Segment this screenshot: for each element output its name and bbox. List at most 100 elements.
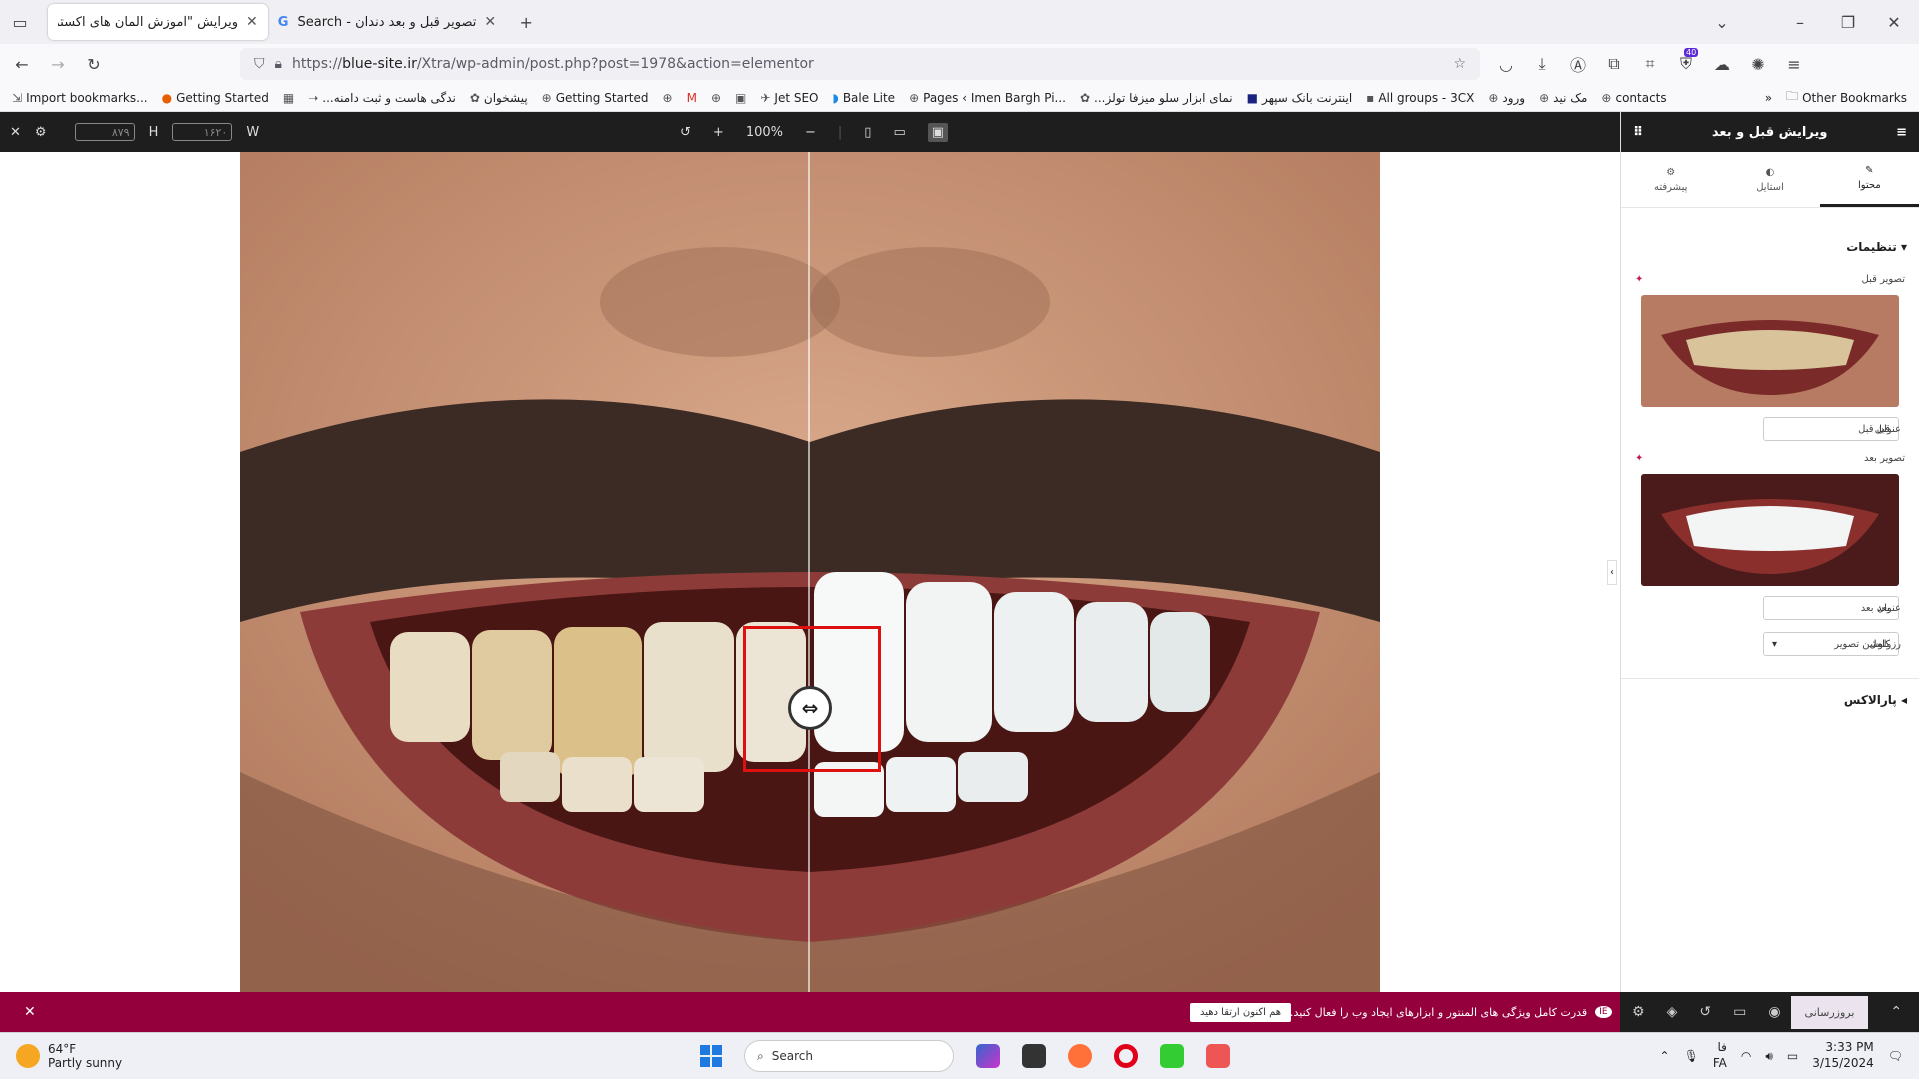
back-icon[interactable]: ← bbox=[12, 55, 32, 74]
after-image-thumbnail[interactable] bbox=[1641, 474, 1899, 586]
bookmark-item[interactable]: ⊕ bbox=[711, 91, 721, 105]
ai-sparkle-icon[interactable]: ✦ bbox=[1635, 274, 1643, 285]
bookmark-item[interactable]: ✿ پیشخوان bbox=[470, 91, 528, 105]
new-tab-icon[interactable]: + bbox=[516, 13, 536, 32]
recorder-icon[interactable] bbox=[1206, 1044, 1230, 1068]
overflow-icon[interactable]: » bbox=[1765, 91, 1772, 105]
update-button[interactable]: بروزرسانی bbox=[1790, 995, 1869, 1029]
grid-icon[interactable]: ⠿ bbox=[1633, 125, 1643, 140]
import-icon: ⇲ bbox=[12, 90, 23, 105]
close-icon[interactable]: ✕ bbox=[24, 1004, 36, 1020]
file-explorer-icon[interactable] bbox=[1022, 1044, 1046, 1068]
bookmark-item[interactable]: ⇲ Import bookmarks... bbox=[12, 91, 148, 105]
bookmark-item[interactable]: ⊕ bbox=[663, 91, 673, 105]
height-input[interactable]: ۸۷۹ bbox=[74, 123, 135, 141]
wp-icon: ✿ bbox=[1079, 90, 1091, 105]
menu-icon[interactable]: ≡ bbox=[1784, 55, 1804, 74]
taskbar-search[interactable]: ⌕ Search bbox=[744, 1040, 954, 1072]
wifi-icon[interactable]: ◠ bbox=[1741, 1049, 1751, 1063]
bookmark-item[interactable]: ⊕ Pages ‹ Imen Bargh Pi... bbox=[909, 91, 1066, 105]
collapse-panel-icon[interactable]: › bbox=[1607, 560, 1617, 585]
bookmark-item[interactable]: ⊕ مک نید bbox=[1539, 91, 1587, 105]
responsive-icon[interactable]: ▭ bbox=[1733, 1004, 1746, 1020]
camtasia-icon[interactable] bbox=[1160, 1044, 1184, 1068]
upgrade-button[interactable]: هم اکنون ارتقا دهید bbox=[1190, 1002, 1292, 1022]
chevron-up-icon[interactable]: ⌃ bbox=[1890, 1004, 1902, 1020]
bookmark-item[interactable]: ⊕ Getting Started bbox=[542, 91, 649, 105]
bookmark-item[interactable]: ▦ bbox=[283, 91, 294, 105]
sun-extension-icon[interactable]: ✺ bbox=[1748, 55, 1768, 74]
section-parallax[interactable]: ◂ پارالاکس bbox=[1621, 678, 1919, 721]
close-icon[interactable]: ✕ bbox=[10, 125, 21, 140]
restore-icon[interactable]: ❐ bbox=[1838, 13, 1858, 32]
weather-widget[interactable]: 64°F Partly sunny bbox=[16, 1042, 122, 1071]
editor-panel: ≡ ویرایش قبل و بعد ⠿ ✎ محتوا ◐ استایل ⚙ پیش… bbox=[1607, 112, 1919, 992]
before-after-image[interactable] bbox=[240, 152, 1380, 992]
notification-icon[interactable]: 🗨︎ bbox=[1888, 1049, 1903, 1063]
bookmark-item[interactable]: ➝ ...ندگی هاست و ثبت دامنه bbox=[308, 91, 456, 105]
before-image-thumbnail[interactable] bbox=[1641, 295, 1899, 407]
reset-icon[interactable]: ↺ bbox=[680, 125, 691, 140]
tablet-icon[interactable]: ▭ bbox=[893, 125, 905, 140]
bookmark-item[interactable]: ■ اینترنت بانک سپهر bbox=[1247, 91, 1353, 105]
settings-icon[interactable]: ⚙ bbox=[1632, 1004, 1645, 1020]
battery-icon[interactable]: ▭ bbox=[1787, 1049, 1798, 1063]
ublock-icon[interactable]: ⛨ 40 bbox=[1676, 48, 1699, 74]
zoom-in-icon[interactable]: + bbox=[713, 125, 724, 140]
tab-list-icon[interactable]: ▭ bbox=[10, 13, 30, 32]
crop-icon[interactable]: ⌗ bbox=[1640, 54, 1660, 74]
bookmark-item[interactable]: M bbox=[687, 91, 697, 105]
compare-divider[interactable] bbox=[808, 152, 810, 992]
forward-icon[interactable]: → bbox=[48, 55, 68, 74]
weather-icon bbox=[16, 1044, 40, 1068]
pocket-icon[interactable]: ◡ bbox=[1496, 55, 1516, 74]
firefox-icon[interactable] bbox=[1068, 1044, 1092, 1068]
browser-tab-active[interactable]: ویرایش "آموزش المان های اکسترا – ب ✕ bbox=[48, 4, 268, 40]
bookmark-item[interactable]: ⊕ ورود bbox=[1488, 91, 1525, 105]
bookmark-item[interactable]: ▪ All groups - 3CX bbox=[1366, 91, 1474, 105]
bookmark-item[interactable]: ✿ ...نمای ابزار سلو میزفا تولز bbox=[1080, 91, 1233, 105]
clock[interactable]: 3:33 PM 3/15/2024 bbox=[1812, 1040, 1874, 1071]
microphone-icon[interactable]: 🎙︎ bbox=[1684, 1049, 1699, 1063]
chevron-up-icon[interactable]: ⌃ bbox=[1660, 1049, 1670, 1063]
download-icon[interactable]: ⤓ bbox=[1532, 54, 1552, 74]
width-input[interactable]: ۱۶۲۰ bbox=[172, 123, 233, 141]
bookmark-item[interactable]: ▣ bbox=[735, 91, 746, 105]
cloud-icon[interactable]: ☁ bbox=[1712, 55, 1732, 74]
tab-advanced[interactable]: ⚙ پیشرفته bbox=[1621, 152, 1720, 207]
tab-content[interactable]: ✎ محتوا bbox=[1819, 152, 1919, 207]
copilot-icon[interactable] bbox=[976, 1044, 1000, 1068]
other-bookmarks[interactable]: 🗀︎ Other Bookmarks bbox=[1786, 87, 1907, 108]
eye-icon[interactable]: ◉ bbox=[1768, 1004, 1780, 1020]
extensions-icon[interactable]: ⧉ bbox=[1604, 54, 1624, 74]
windows-start-icon[interactable] bbox=[700, 1045, 722, 1067]
zoom-out-icon[interactable]: − bbox=[805, 125, 816, 140]
layers-icon[interactable]: ◈ bbox=[1667, 1004, 1678, 1020]
history-icon[interactable]: ↺ bbox=[1699, 1004, 1711, 1020]
opera-icon[interactable] bbox=[1114, 1044, 1138, 1068]
desktop-icon[interactable]: ▣ bbox=[927, 122, 949, 142]
bookmark-item[interactable]: ● Getting Started bbox=[162, 91, 269, 105]
volume-icon[interactable]: 🔊︎ bbox=[1765, 1049, 1773, 1064]
minimize-icon[interactable]: – bbox=[1790, 13, 1810, 32]
bookmark-item[interactable]: ✈ Jet SEO bbox=[760, 91, 818, 105]
browser-tab[interactable]: G تصویر قبل و بعد دندان - Search ✕ bbox=[268, 4, 506, 40]
address-bar[interactable]: ⛉ 🔒︎ https://blue-site.ir/Xtra/wp-admin/… bbox=[240, 48, 1480, 80]
ai-sparkle-icon[interactable]: ✦ bbox=[1635, 453, 1643, 464]
reload-icon[interactable]: ↻ bbox=[84, 55, 104, 74]
language-indicator[interactable]: فا FA bbox=[1713, 1040, 1727, 1071]
close-icon[interactable]: ✕ bbox=[246, 14, 258, 30]
chevron-down-icon[interactable]: ⌄ bbox=[1712, 13, 1732, 32]
section-settings[interactable]: ▾ تنظیمات bbox=[1621, 226, 1919, 268]
mobile-icon[interactable]: ▯ bbox=[864, 125, 871, 140]
close-icon[interactable]: ✕ bbox=[484, 14, 496, 30]
jet-icon: ✈ bbox=[760, 90, 771, 105]
star-icon[interactable]: ☆ bbox=[1453, 56, 1466, 72]
close-window-icon[interactable]: ✕ bbox=[1884, 13, 1904, 32]
bookmark-item[interactable]: ◗ Bale Lite bbox=[833, 91, 896, 105]
gear-icon[interactable]: ⚙ bbox=[35, 125, 47, 140]
hamburger-icon[interactable]: ≡ bbox=[1896, 125, 1907, 140]
tab-style[interactable]: ◐ استایل bbox=[1720, 152, 1819, 207]
account-icon[interactable]: Ⓐ bbox=[1568, 52, 1588, 76]
bookmark-item[interactable]: ⊕ contacts bbox=[1601, 91, 1666, 105]
